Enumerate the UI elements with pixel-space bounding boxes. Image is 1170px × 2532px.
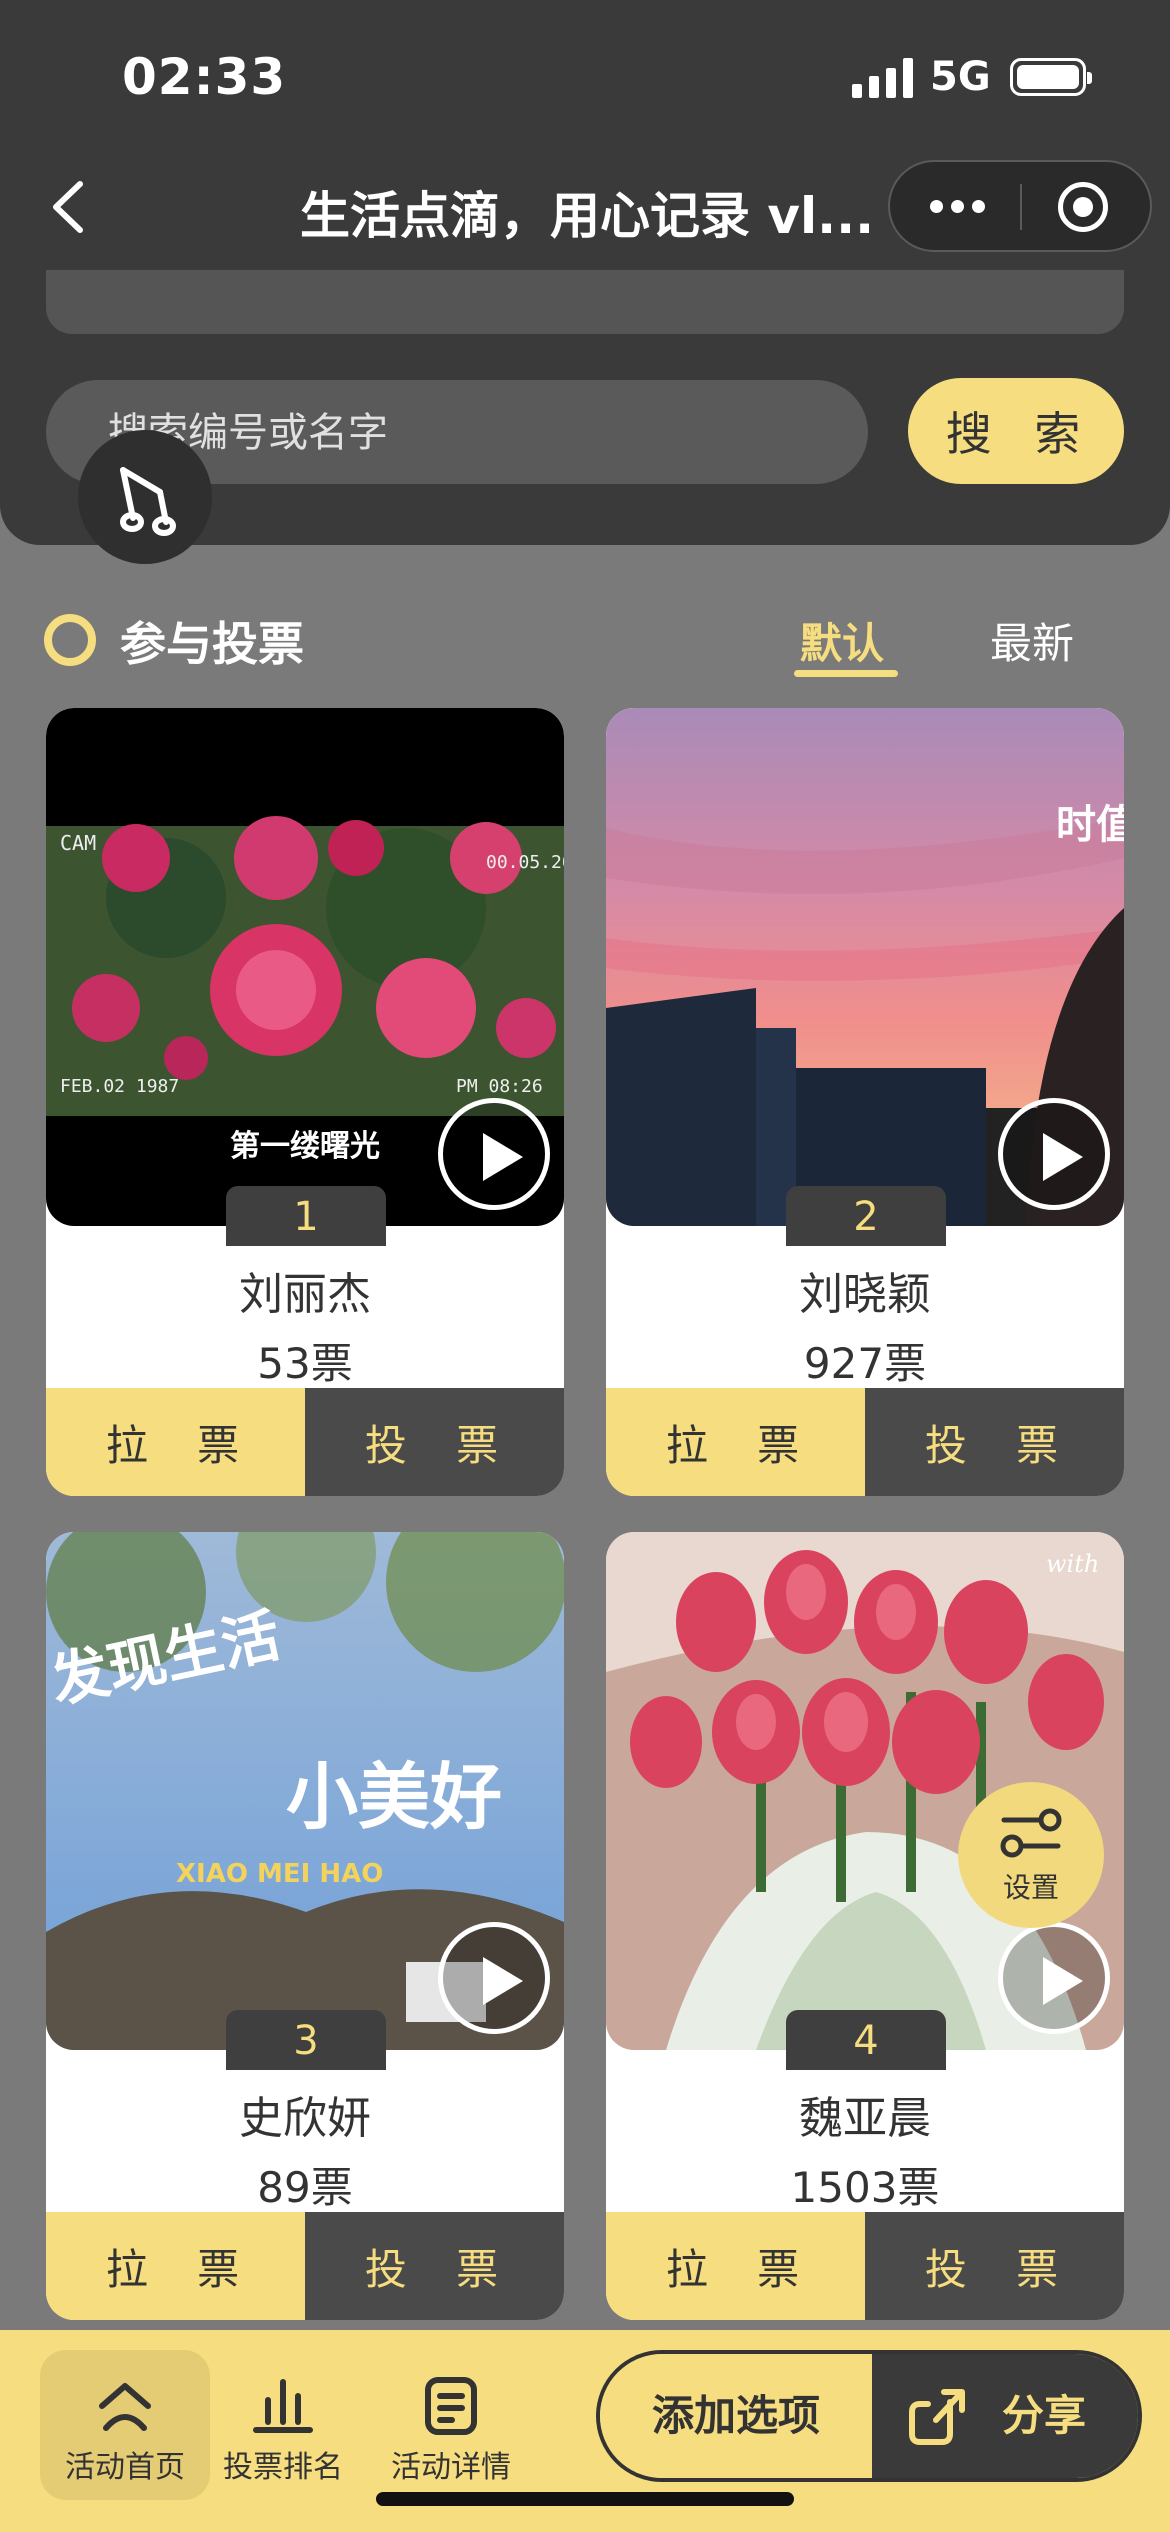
canvass-button[interactable]: 拉 票 bbox=[606, 1388, 865, 1496]
entry-number: 1 bbox=[226, 1186, 386, 1246]
entry-thumbnail[interactable]: CAM 00.05.20 FEB.02 1987 PM 08:26 第一缕曙光 bbox=[46, 708, 564, 1226]
play-icon[interactable] bbox=[438, 1098, 550, 1210]
canvass-button[interactable]: 拉 票 bbox=[606, 2212, 865, 2320]
play-icon[interactable] bbox=[438, 1922, 550, 2034]
svg-text:XIAO MEI HAO: XIAO MEI HAO bbox=[176, 1859, 383, 1889]
tab-active-indicator bbox=[794, 670, 898, 677]
home-icon bbox=[99, 2383, 151, 2431]
nav-item-home[interactable]: 活动首页 bbox=[40, 2350, 210, 2500]
canvass-button[interactable]: 拉 票 bbox=[46, 2212, 305, 2320]
tab-default[interactable]: 默认 bbox=[800, 610, 884, 671]
mini-program-capsule bbox=[888, 160, 1152, 252]
entry-number: 3 bbox=[226, 2010, 386, 2070]
section-header: 参与投票 默认 最新 bbox=[0, 590, 1170, 690]
entry-thumbnail[interactable]: 发现生活 小美好 XIAO MEI HAO bbox=[46, 1532, 564, 2050]
signal-icon bbox=[852, 58, 914, 98]
network-type: 5G bbox=[930, 54, 991, 100]
document-icon bbox=[425, 2377, 477, 2435]
entry-name: 刘晓颖 bbox=[799, 1269, 931, 1320]
vote-button[interactable]: 投 票 bbox=[305, 2212, 564, 2320]
bar-chart-icon bbox=[253, 2379, 313, 2433]
back-icon[interactable] bbox=[48, 180, 88, 234]
section-title: 参与投票 bbox=[120, 617, 304, 671]
svg-text:PM 08:26: PM 08:26 bbox=[456, 1076, 543, 1097]
vote-button[interactable]: 投 票 bbox=[865, 1388, 1124, 1496]
entry-card-3: 发现生活 小美好 XIAO MEI HAO 3 史欣妍 89票 拉 票 投 票 bbox=[46, 1532, 564, 2320]
add-option-button[interactable]: 添加选项 bbox=[600, 2354, 872, 2478]
nav-item-label: 活动详情 bbox=[391, 2450, 511, 2485]
nav-item-ranking[interactable]: 投票排名 bbox=[198, 2350, 368, 2500]
entry-votes: 89票 bbox=[257, 2163, 353, 2212]
nav-item-label: 活动首页 bbox=[65, 2450, 185, 2485]
close-miniprogram-icon[interactable] bbox=[1058, 182, 1108, 232]
entry-name: 史欣妍 bbox=[239, 2093, 371, 2144]
entry-votes: 1503票 bbox=[790, 2163, 940, 2212]
entry-thumbnail[interactable]: 时值 bbox=[606, 708, 1124, 1226]
entry-number: 4 bbox=[786, 2010, 946, 2070]
status-bar: 02:33 5G bbox=[0, 0, 1170, 150]
canvass-button[interactable]: 拉 票 bbox=[46, 1388, 305, 1496]
partially-hidden-banner bbox=[46, 270, 1124, 334]
entry-card-1: CAM 00.05.20 FEB.02 1987 PM 08:26 第一缕曙光 … bbox=[46, 708, 564, 1496]
share-label: 分享 bbox=[1002, 2391, 1087, 2440]
tab-newest[interactable]: 最新 bbox=[990, 610, 1074, 671]
settings-button[interactable]: 设置 bbox=[958, 1782, 1104, 1928]
vote-button[interactable]: 投 票 bbox=[865, 2212, 1124, 2320]
svg-text:时值: 时值 bbox=[1056, 802, 1124, 848]
music-note-icon[interactable] bbox=[78, 430, 212, 564]
search-input[interactable] bbox=[106, 380, 830, 486]
play-icon[interactable] bbox=[998, 1922, 1110, 2034]
entry-votes: 53票 bbox=[257, 1339, 353, 1388]
entry-number: 2 bbox=[786, 1186, 946, 1246]
share-button[interactable]: 分享 bbox=[872, 2354, 1138, 2478]
entry-name: 魏亚晨 bbox=[799, 2093, 931, 2144]
search-button[interactable]: 搜 索 bbox=[908, 378, 1124, 484]
entry-votes: 927票 bbox=[803, 1339, 927, 1388]
svg-text:FEB.02 1987: FEB.02 1987 bbox=[60, 1076, 179, 1097]
status-time: 02:33 bbox=[122, 48, 287, 106]
play-icon[interactable] bbox=[998, 1098, 1110, 1210]
svg-text:小美好: 小美好 bbox=[286, 1755, 502, 1839]
more-icon[interactable] bbox=[930, 200, 986, 214]
home-indicator bbox=[376, 2492, 794, 2506]
page-title: 生活点滴，用心记录 vl... bbox=[300, 187, 870, 245]
svg-text:with: with bbox=[1046, 1550, 1099, 1578]
capsule-divider bbox=[1020, 184, 1022, 230]
svg-text:第一缕曙光: 第一缕曙光 bbox=[230, 1129, 380, 1164]
vote-button[interactable]: 投 票 bbox=[305, 1388, 564, 1496]
settings-label: 设置 bbox=[1002, 1871, 1059, 1904]
svg-text:00.05.20: 00.05.20 bbox=[486, 852, 564, 873]
entry-card-2: 时值 2 刘晓颖 927票 拉 票 投 票 bbox=[606, 708, 1124, 1496]
settings-sliders-icon bbox=[1000, 1808, 1062, 1858]
svg-text:CAM: CAM bbox=[60, 831, 96, 855]
share-icon bbox=[909, 2389, 965, 2445]
nav-item-details[interactable]: 活动详情 bbox=[366, 2350, 536, 2500]
action-pill: 添加选项 分享 bbox=[596, 2350, 1142, 2482]
entry-name: 刘丽杰 bbox=[239, 1269, 371, 1320]
battery-icon bbox=[1010, 58, 1092, 96]
nav-item-label: 投票排名 bbox=[223, 2450, 343, 2485]
section-marker-icon bbox=[44, 614, 96, 666]
